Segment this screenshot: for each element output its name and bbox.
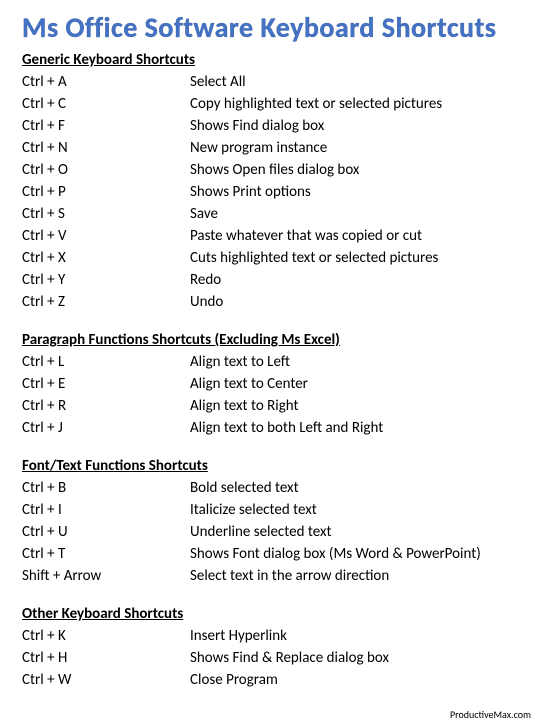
shortcut-row: Ctrl + EAlign text to Center: [22, 373, 519, 395]
section-heading: Paragraph Functions Shortcuts (Excluding…: [22, 331, 519, 349]
shortcut-description: Select All: [190, 71, 519, 93]
shortcut-key: Ctrl + X: [22, 247, 190, 269]
shortcut-key: Ctrl + J: [22, 417, 190, 439]
shortcut-row: Ctrl + LAlign text to Left: [22, 351, 519, 373]
shortcut-description: Shows Find & Replace dialog box: [190, 647, 519, 669]
shortcut-description: Italicize selected text: [190, 499, 519, 521]
shortcut-key: Ctrl + V: [22, 225, 190, 247]
shortcut-key: Ctrl + U: [22, 521, 190, 543]
shortcut-key: Ctrl + Z: [22, 291, 190, 313]
shortcut-row: Ctrl + XCuts highlighted text or selecte…: [22, 247, 519, 269]
shortcut-row: Ctrl + BBold selected text: [22, 477, 519, 499]
shortcut-description: Save: [190, 203, 519, 225]
shortcut-row: Ctrl + NNew program instance: [22, 137, 519, 159]
shortcut-description: Copy highlighted text or selected pictur…: [190, 93, 519, 115]
shortcut-description: Select text in the arrow direction: [190, 565, 519, 587]
shortcut-row: Ctrl + SSave: [22, 203, 519, 225]
shortcut-row: Ctrl + VPaste whatever that was copied o…: [22, 225, 519, 247]
shortcut-key: Ctrl + N: [22, 137, 190, 159]
shortcut-row: Ctrl + ASelect All: [22, 71, 519, 93]
shortcut-row: Ctrl + TShows Font dialog box (Ms Word &…: [22, 543, 519, 565]
shortcut-key: Ctrl + E: [22, 373, 190, 395]
shortcut-row: Ctrl + UUnderline selected text: [22, 521, 519, 543]
shortcut-description: Insert Hyperlink: [190, 625, 519, 647]
shortcut-key: Ctrl + L: [22, 351, 190, 373]
shortcut-key: Ctrl + F: [22, 115, 190, 137]
shortcut-description: Shows Font dialog box (Ms Word & PowerPo…: [190, 543, 519, 565]
shortcut-description: Close Program: [190, 669, 519, 691]
shortcut-description: Cuts highlighted text or selected pictur…: [190, 247, 519, 269]
shortcut-key: Ctrl + O: [22, 159, 190, 181]
shortcut-description: Bold selected text: [190, 477, 519, 499]
page-title: Ms Office Software Keyboard Shortcuts: [22, 10, 519, 45]
shortcut-row: Ctrl + PShows Print options: [22, 181, 519, 203]
section-heading: Font/Text Functions Shortcuts: [22, 457, 519, 475]
shortcut-row: Ctrl + FShows Find dialog box: [22, 115, 519, 137]
shortcut-description: Align text to Left: [190, 351, 519, 373]
shortcut-key: Ctrl + Y: [22, 269, 190, 291]
shortcut-row: Ctrl + YRedo: [22, 269, 519, 291]
shortcut-description: Shows Open files dialog box: [190, 159, 519, 181]
shortcut-key: Ctrl + T: [22, 543, 190, 565]
footer-credit: ProductiveMax.com: [450, 708, 531, 721]
shortcut-description: Paste whatever that was copied or cut: [190, 225, 519, 247]
shortcut-row: Ctrl + ZUndo: [22, 291, 519, 313]
shortcut-key: Ctrl + A: [22, 71, 190, 93]
shortcut-key: Ctrl + S: [22, 203, 190, 225]
shortcut-key: Ctrl + C: [22, 93, 190, 115]
shortcut-description: Redo: [190, 269, 519, 291]
shortcut-key: Ctrl + H: [22, 647, 190, 669]
shortcut-description: Align text to both Left and Right: [190, 417, 519, 439]
shortcut-row: Ctrl + WClose Program: [22, 669, 519, 691]
shortcut-description: Shows Print options: [190, 181, 519, 203]
shortcut-key: Ctrl + R: [22, 395, 190, 417]
section-heading: Generic Keyboard Shortcuts: [22, 51, 519, 69]
shortcut-description: New program instance: [190, 137, 519, 159]
content-container: Generic Keyboard ShortcutsCtrl + ASelect…: [22, 51, 519, 691]
shortcut-description: Align text to Center: [190, 373, 519, 395]
shortcut-row: Ctrl + HShows Find & Replace dialog box: [22, 647, 519, 669]
shortcut-row: Ctrl + JAlign text to both Left and Righ…: [22, 417, 519, 439]
shortcut-description: Shows Find dialog box: [190, 115, 519, 137]
shortcut-key: Ctrl + P: [22, 181, 190, 203]
shortcut-key: Ctrl + I: [22, 499, 190, 521]
shortcut-row: Ctrl + KInsert Hyperlink: [22, 625, 519, 647]
shortcut-description: Align text to Right: [190, 395, 519, 417]
section-heading: Other Keyboard Shortcuts: [22, 605, 519, 623]
shortcut-description: Undo: [190, 291, 519, 313]
shortcut-row: Ctrl + CCopy highlighted text or selecte…: [22, 93, 519, 115]
shortcut-row: Ctrl + OShows Open files dialog box: [22, 159, 519, 181]
shortcut-key: Ctrl + K: [22, 625, 190, 647]
shortcut-description: Underline selected text: [190, 521, 519, 543]
shortcut-key: Ctrl + B: [22, 477, 190, 499]
shortcut-row: Ctrl + IItalicize selected text: [22, 499, 519, 521]
shortcut-key: Ctrl + W: [22, 669, 190, 691]
shortcut-row: Shift + ArrowSelect text in the arrow di…: [22, 565, 519, 587]
shortcut-row: Ctrl + RAlign text to Right: [22, 395, 519, 417]
shortcut-key: Shift + Arrow: [22, 565, 190, 587]
